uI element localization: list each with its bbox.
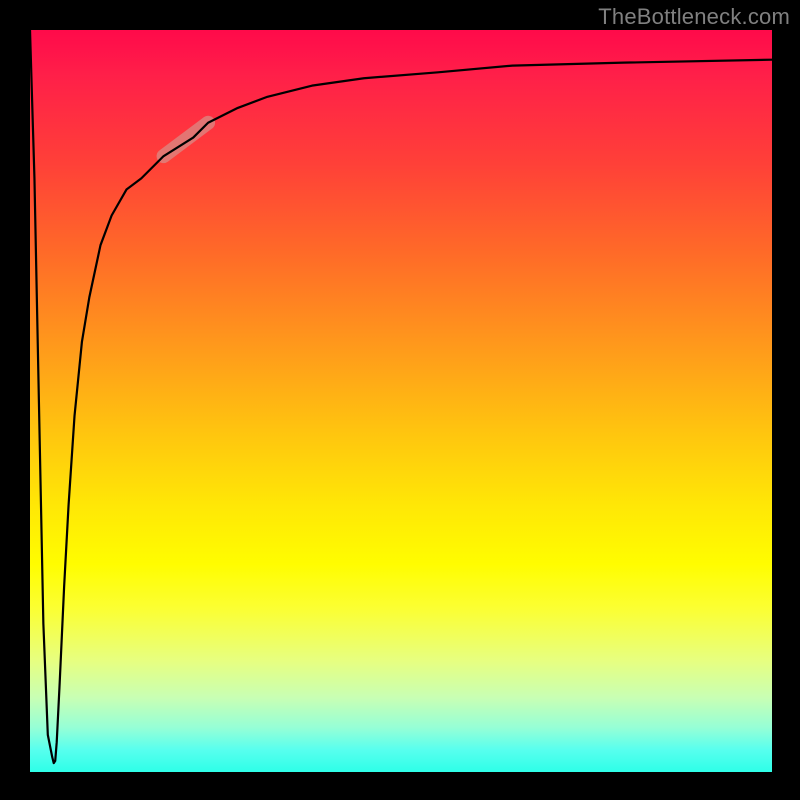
chart-stage: TheBottleneck.com [0,0,800,800]
plot-area [30,30,772,772]
attribution-label: TheBottleneck.com [598,4,790,30]
